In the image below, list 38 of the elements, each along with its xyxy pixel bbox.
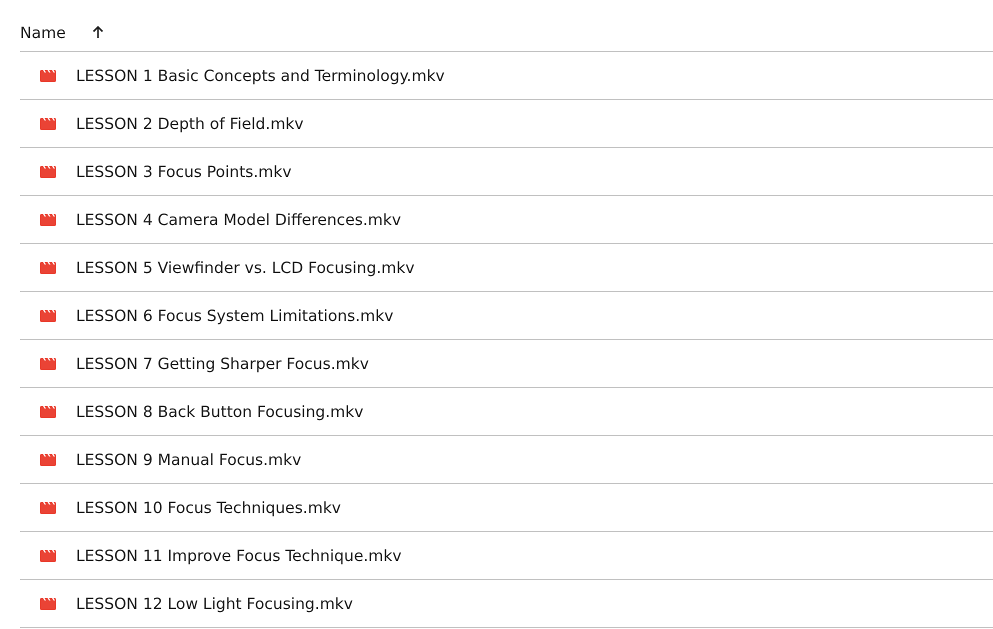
file-name: LESSON 10 Focus Techniques.mkv	[76, 498, 341, 516]
file-name: LESSON 6 Focus System Limitations.mkv	[76, 306, 394, 324]
file-row[interactable]: LESSON 11 Improve Focus Technique.mkv	[20, 532, 993, 580]
video-file-icon	[40, 550, 56, 562]
file-name: LESSON 7 Getting Sharper Focus.mkv	[76, 354, 369, 372]
video-file-icon	[40, 166, 56, 178]
file-name: LESSON 3 Focus Points.mkv	[76, 162, 292, 180]
video-file-icon	[40, 262, 56, 274]
video-file-icon	[40, 118, 56, 130]
file-row[interactable]: LESSON 2 Depth of Field.mkv	[20, 100, 993, 148]
file-row[interactable]: LESSON 5 Viewfinder vs. LCD Focusing.mkv	[20, 244, 993, 292]
file-name: LESSON 4 Camera Model Differences.mkv	[76, 210, 401, 228]
file-name: LESSON 8 Back Button Focusing.mkv	[76, 402, 364, 420]
video-file-icon	[40, 70, 56, 82]
file-row[interactable]: LESSON 8 Back Button Focusing.mkv	[20, 388, 993, 436]
file-row[interactable]: LESSON 12 Low Light Focusing.mkv	[20, 580, 993, 628]
file-name: LESSON 1 Basic Concepts and Terminology.mkv	[76, 66, 445, 84]
name-column-header[interactable]: Name	[20, 24, 66, 42]
file-name: LESSON 2 Depth of Field.mkv	[76, 114, 304, 132]
video-file-icon	[40, 598, 56, 610]
file-row[interactable]: LESSON 1 Basic Concepts and Terminology.mkv	[20, 52, 993, 100]
video-file-icon	[40, 358, 56, 370]
video-file-icon	[40, 454, 56, 466]
file-row[interactable]: LESSON 10 Focus Techniques.mkv	[20, 484, 993, 532]
file-row[interactable]: LESSON 7 Getting Sharper Focus.mkv	[20, 340, 993, 388]
file-row[interactable]: LESSON 4 Camera Model Differences.mkv	[20, 196, 993, 244]
file-name: LESSON 9 Manual Focus.mkv	[76, 450, 302, 468]
sort-arrow-up-icon[interactable]	[92, 24, 104, 38]
video-file-icon	[40, 406, 56, 418]
file-row[interactable]: LESSON 6 Focus System Limitations.mkv	[20, 292, 993, 340]
file-name: LESSON 11 Improve Focus Technique.mkv	[76, 546, 402, 564]
file-row[interactable]: LESSON 9 Manual Focus.mkv	[20, 436, 993, 484]
file-name: LESSON 5 Viewfinder vs. LCD Focusing.mkv	[76, 258, 414, 276]
file-row[interactable]: LESSON 3 Focus Points.mkv	[20, 148, 993, 196]
video-file-icon	[40, 214, 56, 226]
video-file-icon	[40, 502, 56, 514]
video-file-icon	[40, 310, 56, 322]
file-name: LESSON 12 Low Light Focusing.mkv	[76, 594, 353, 612]
